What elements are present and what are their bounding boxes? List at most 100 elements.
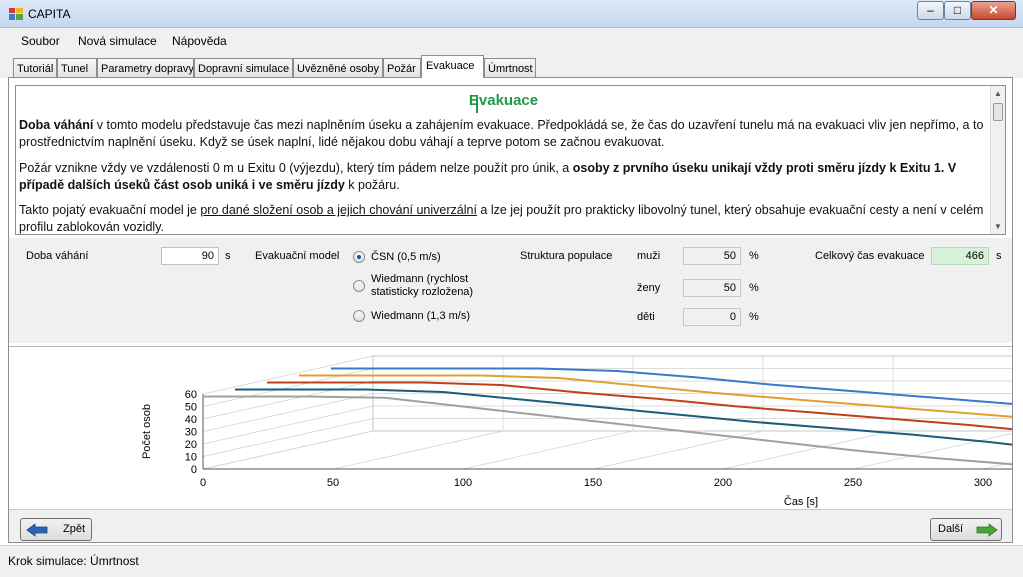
population-women-value: 50 — [683, 279, 741, 297]
grid-line-side — [202, 380, 374, 420]
population-children-value: 0 — [683, 308, 741, 326]
menu-soubor[interactable]: Soubor — [21, 34, 60, 48]
total-time-unit: s — [996, 250, 1002, 262]
arrow-right-icon — [976, 523, 998, 537]
tab-tutorial[interactable]: Tutoriál — [13, 58, 57, 78]
minimize-icon: – — [927, 3, 934, 17]
tab-uveznene-osoby[interactable]: Uvězněné osoby — [293, 58, 383, 78]
y-tick-label: 20 — [185, 439, 197, 451]
title-bar: CAPITA – □ ✕ — [0, 0, 1023, 28]
description-textbox[interactable]: Evakuace Doba váhání v tomto modelu před… — [15, 85, 1006, 235]
radio-wiedmann-13[interactable] — [353, 310, 365, 322]
population-men-value: 50 — [683, 247, 741, 265]
model-label: Evakuační model — [255, 250, 340, 262]
y-tick-label: 40 — [185, 414, 197, 426]
fire-text-a: Požár vznikne vždy ve vzdálenosti 0 m u … — [19, 161, 573, 175]
back-label: Zpět — [63, 523, 86, 535]
y-tick-label: 10 — [185, 452, 197, 464]
tab-strip: Tutoriál Tunel Parametry dopravy Dopravn… — [0, 54, 1023, 78]
menu-napoveda[interactable]: Nápověda — [172, 34, 227, 48]
evacuation-settings: Doba váhání 90 s Evakuační model ČSN (0,… — [9, 238, 1012, 343]
radio-csn[interactable] — [353, 251, 365, 263]
close-button[interactable]: ✕ — [971, 1, 1016, 20]
radio-wiedmann-stat[interactable] — [353, 280, 365, 292]
tab-tunel[interactable]: Tunel — [57, 58, 97, 78]
grid-line-floor — [462, 430, 634, 470]
x-tick-label: 250 — [844, 477, 862, 489]
grid-line-floor — [332, 430, 504, 470]
paragraph-hesitation: Doba váhání v tomto modelu představuje č… — [19, 117, 991, 151]
hesitation-text: v tomto modelu představuje čas mezi napl… — [19, 118, 984, 149]
grid-line-side — [202, 418, 374, 457]
radio-wiedmann-stat-label[interactable]: Wiedmann (rychlost statisticky rozložena) — [371, 273, 473, 299]
hesitation-input[interactable]: 90 — [161, 247, 219, 265]
fire-text-c: k požáru. — [344, 178, 400, 192]
hesitation-label: Doba váhání — [26, 250, 89, 262]
tab-dopravni-simulace[interactable]: Dopravní simulace — [194, 58, 293, 78]
next-button[interactable]: Další — [930, 518, 1002, 541]
navigation-bar: Zpět Další — [9, 509, 1012, 542]
x-axis-title: Čas [s] — [784, 495, 818, 508]
vertical-scrollbar[interactable]: ▲ ▼ — [990, 86, 1005, 234]
radio-wiedmann-13-label[interactable]: Wiedmann (1,3 m/s) — [371, 310, 470, 322]
x-tick-label: 150 — [584, 477, 602, 489]
tab-parametry-dopravy[interactable]: Parametry dopravy — [97, 58, 194, 78]
tab-pozar[interactable]: Požár — [383, 58, 421, 78]
paragraph-fire: Požár vznikne vždy ve vzdálenosti 0 m u … — [19, 160, 991, 194]
population-men-label: muži — [637, 250, 661, 262]
back-button[interactable]: Zpět — [20, 518, 92, 541]
grid-line-side — [202, 368, 374, 407]
x-tick-label: 200 — [714, 477, 732, 489]
tab-content-evakuace: Evakuace Doba váhání v tomto modelu před… — [8, 77, 1023, 543]
y-tick-label: 0 — [191, 464, 197, 476]
scroll-down-icon[interactable]: ▼ — [994, 222, 1002, 231]
radio-wiedmann-stat-line1: Wiedmann (rychlost — [371, 273, 469, 285]
window-title: CAPITA — [28, 7, 71, 21]
population-women-label: ženy — [637, 282, 661, 294]
status-text: Krok simulace: Úmrtnost — [8, 554, 139, 568]
radio-csn-label[interactable]: ČSN (0,5 m/s) — [371, 251, 441, 263]
arrow-left-icon — [26, 523, 48, 537]
grid-line-side — [202, 393, 374, 432]
evacuation-chart-area: 0501001502002503003504004500102030405060… — [9, 346, 1023, 509]
doc-title: Evakuace — [468, 92, 539, 109]
minimize-button[interactable]: – — [917, 1, 944, 20]
population-children-unit: % — [749, 311, 759, 323]
y-tick-label: 30 — [185, 427, 197, 439]
x-tick-label: 50 — [327, 477, 339, 489]
next-label: Další — [938, 523, 964, 535]
tab-evakuace[interactable]: Evakuace — [421, 55, 484, 78]
x-tick-label: 100 — [454, 477, 472, 489]
maximize-button[interactable]: □ — [944, 1, 971, 20]
menu-bar: Soubor Nová simulace Nápověda — [0, 28, 1023, 54]
population-men-unit: % — [749, 250, 759, 262]
population-children-label: děti — [637, 311, 655, 323]
series-line — [235, 388, 1023, 447]
hesitation-unit: s — [225, 250, 231, 262]
grid-line-side — [202, 430, 374, 470]
app-icon — [9, 8, 23, 20]
maximize-icon: □ — [953, 3, 962, 17]
model-text-underline: pro dané složení osob a jejich chování u… — [200, 203, 477, 217]
paragraph-model: Takto pojatý evakuační model je pro dané… — [19, 202, 991, 234]
total-time-value: 466 — [931, 247, 989, 265]
evacuation-chart: 0501001502002503003504004500102030405060… — [141, 355, 1023, 508]
population-label: Struktura populace — [520, 250, 613, 262]
radio-wiedmann-stat-line2: statisticky rozložena) — [371, 286, 474, 298]
population-women-unit: % — [749, 282, 759, 294]
model-text-a: Takto pojatý evakuační model je — [19, 203, 201, 217]
y-tick-label: 50 — [185, 402, 197, 414]
x-tick-label: 300 — [974, 477, 992, 489]
status-bar: Krok simulace: Úmrtnost — [0, 545, 1023, 577]
close-icon: ✕ — [988, 3, 999, 17]
y-tick-label: 60 — [185, 389, 197, 401]
y-axis-title: Počet osob — [141, 404, 153, 459]
grid-line-side — [202, 405, 374, 445]
menu-nova-simulace[interactable]: Nová simulace — [78, 34, 157, 48]
hesitation-term: Doba váhání — [19, 118, 94, 132]
x-tick-label: 0 — [200, 477, 206, 489]
scroll-up-icon[interactable]: ▲ — [994, 89, 1002, 98]
grid-line-floor — [722, 430, 894, 470]
tab-umrtnost[interactable]: Úmrtnost — [484, 58, 536, 78]
scroll-thumb[interactable] — [993, 103, 1003, 121]
